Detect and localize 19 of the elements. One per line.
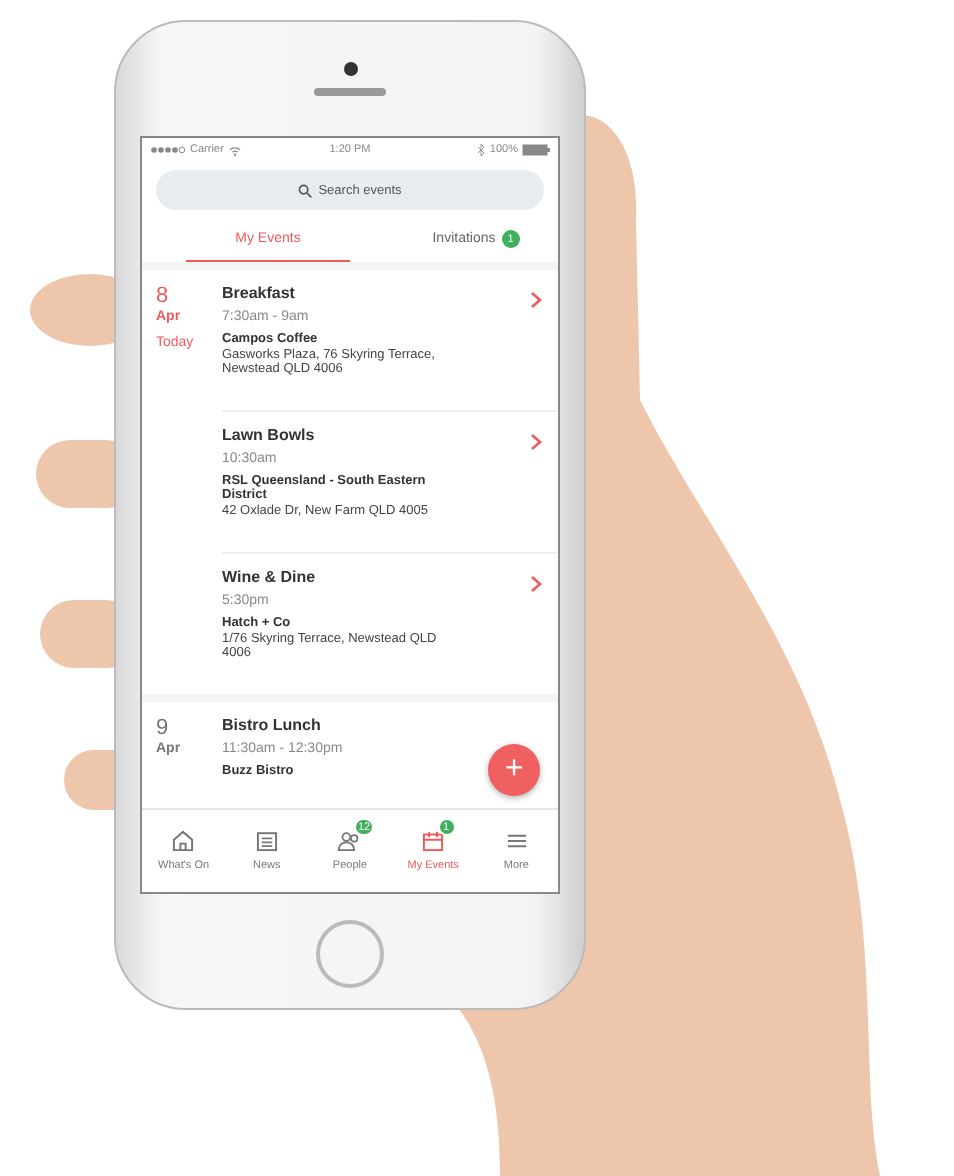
add-event-button[interactable]: +: [488, 744, 540, 796]
calendar-icon: [420, 828, 447, 854]
speaker-icon: [314, 88, 386, 96]
date-day: 9: [156, 716, 222, 740]
event-title: Bistro Lunch: [222, 716, 321, 734]
search-icon: [298, 183, 313, 197]
signal-icon: [150, 146, 186, 154]
home-button[interactable]: [316, 920, 384, 988]
bluetooth-icon: [477, 144, 486, 156]
wifi-icon: [227, 145, 242, 155]
date-day: 8: [156, 284, 222, 308]
event-title: Lawn Bowls: [222, 426, 315, 444]
event-title: Breakfast: [222, 284, 295, 302]
camera-icon: [343, 62, 357, 76]
battery-icon: [521, 144, 550, 156]
newspaper-icon: [253, 828, 280, 854]
house-icon: [170, 828, 197, 854]
event-title: Wine & Dine: [222, 568, 316, 586]
people-icon: [336, 828, 363, 854]
